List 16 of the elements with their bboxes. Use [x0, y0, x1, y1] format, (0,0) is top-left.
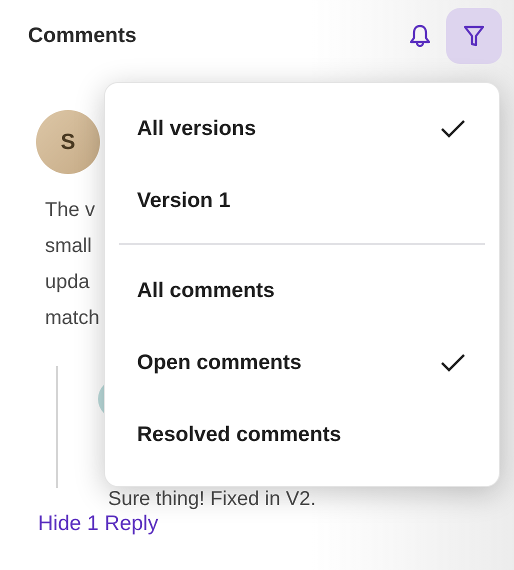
reply-text: Sure thing! Fixed in V2. — [108, 488, 316, 510]
menu-item[interactable]: Resolved comments — [119, 399, 485, 471]
menu-item[interactable]: Open comments — [119, 327, 485, 399]
comment-text: The v — [45, 198, 96, 223]
comment-text: small — [45, 234, 92, 259]
panel-title: Comments — [28, 24, 138, 48]
menu-item[interactable]: All versions — [119, 93, 485, 165]
bell-icon — [408, 23, 432, 49]
avatar: S — [36, 110, 100, 174]
hide-replies-link[interactable]: Hide 1 Reply — [38, 512, 158, 536]
filter-icon — [462, 23, 486, 49]
comment-text: upda — [45, 270, 90, 295]
comment-text: match — [45, 306, 100, 331]
menu-item[interactable]: Version 1 — [119, 165, 485, 237]
menu-item[interactable]: All comments — [119, 255, 485, 327]
filter-button[interactable] — [446, 8, 502, 64]
